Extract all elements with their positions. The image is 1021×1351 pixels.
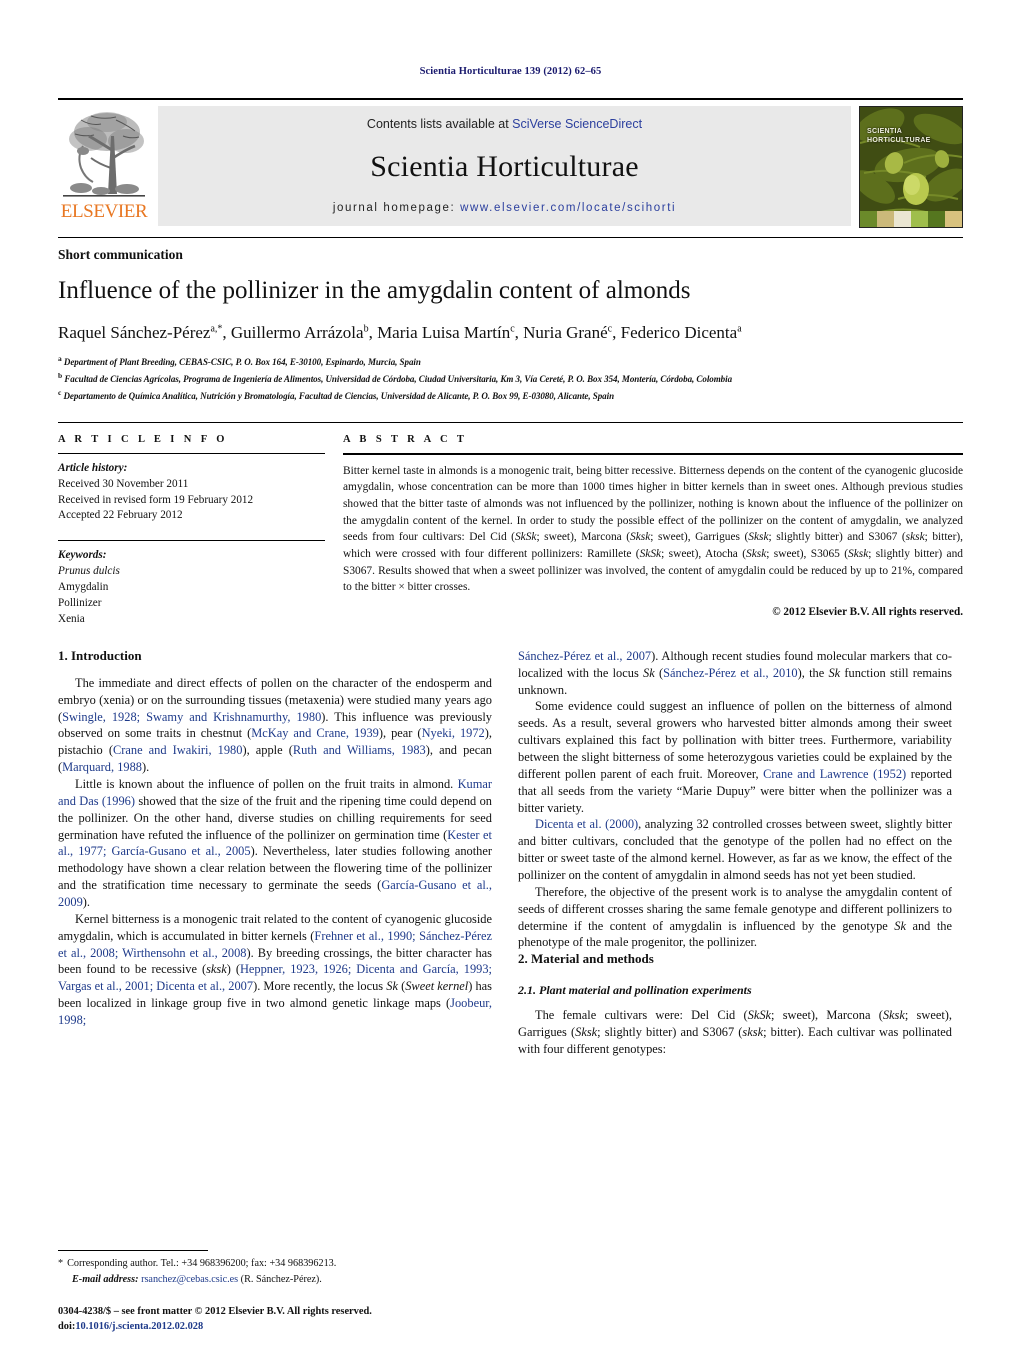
author-list: Raquel Sánchez-Péreza,*, Guillermo Arráz… [58, 322, 742, 342]
section-heading: 1. Introduction [58, 647, 142, 663]
body-paragraph: Sánchez-Pérez et al., 2007). Although re… [518, 648, 953, 697]
doi-link[interactable]: 10.1016/j.scienta.2012.02.028 [75, 1321, 203, 1332]
journal-title: Scientia Horticulturae [370, 149, 639, 183]
abstract-divider [343, 452, 963, 455]
strip-swatch [860, 211, 877, 227]
body-paragraph: The female cultivars were: Del Cid (SkSk… [518, 1008, 952, 1057]
sciencedirect-link[interactable]: SciVerse ScienceDirect [512, 117, 642, 131]
affiliation-c: c Departamento de Química Analítica, Nut… [58, 387, 963, 404]
affiliation-marker: a [58, 353, 62, 363]
footnote-corresponding-line: * Corresponding author. Tel.: +34 9683962… [58, 1256, 492, 1271]
history-accepted: Accepted 22 February 2012 [58, 509, 183, 522]
article-body: 1. Introduction The immediate and direct … [58, 648, 963, 1058]
body-paragraph: Little is known about the influence of p… [58, 777, 492, 910]
abstract-text: Bitter kernel taste in almonds is a mono… [343, 464, 963, 594]
body-paragraph: Dicenta et al. (2000), analyzing 32 cont… [518, 817, 952, 883]
cover-bottom-strip [860, 211, 962, 227]
contents-available-line: Contents lists available at SciVerse Sci… [367, 117, 642, 131]
cover-artwork [860, 107, 962, 227]
footnote-body: * Corresponding author. Tel.: +34 9683962… [58, 1256, 492, 1287]
body-paragraph: The immediate and direct effects of poll… [58, 675, 492, 775]
abstract-column: A B S T R A C T Bitter kernel taste in a… [343, 434, 963, 628]
footnote-marker: * [58, 1258, 64, 1270]
article-info-column: A R T I C L E I N F O Article history: R… [58, 434, 343, 628]
history-revised: Received in revised form 19 February 201… [58, 493, 254, 506]
cover-title-line2: HORTICULTURAE [867, 137, 931, 145]
affiliation-text: Departamento de Química Analítica, Nutri… [63, 390, 615, 401]
journal-homepage-link[interactable]: www.elsevier.com/locate/scihorti [460, 202, 676, 214]
info-abstract-section: A R T I C L E I N F O Article history: R… [58, 421, 963, 628]
keyword-item: Prunus dulcis [58, 565, 120, 578]
corresponding-author-footnote: * Corresponding author. Tel.: +34 9683962… [58, 1250, 492, 1287]
doi-prefix: doi: [58, 1321, 76, 1333]
strip-swatch [945, 211, 962, 227]
subsection-heading: 2.1. Plant material and pollination expe… [518, 983, 752, 998]
footnote-rule [58, 1250, 208, 1252]
email-label: E-mail address: [72, 1273, 139, 1285]
affiliation-text: Department of Plant Breeding, CEBAS-CSIC… [63, 356, 421, 367]
affiliation-marker: c [58, 387, 62, 397]
affiliation-marker: b [58, 370, 63, 380]
strip-swatch [894, 211, 911, 227]
body-right-column: Sánchez-Pérez et al., 2007). Although re… [518, 648, 952, 1058]
elsevier-logo: ELSEVIER [58, 106, 150, 221]
journal-masthead: ELSEVIER Contents lists available at Sci… [58, 98, 963, 228]
homepage-prefix: journal homepage: [332, 202, 461, 214]
elsevier-wordmark: ELSEVIER [60, 201, 148, 222]
document-type: Short communication [58, 247, 183, 262]
cover-title-line1: SCIENTIA [867, 128, 903, 135]
section-heading: 2. Material and methods [518, 951, 654, 967]
keyword-item: Xenia [58, 612, 85, 625]
running-head: Scientia Horticulturae 139 (2012) 62–65 [419, 66, 602, 77]
affiliation-list: a Department of Plant Breeding, CEBAS-CS… [58, 353, 963, 404]
article-history: Article history: Received 30 November 20… [58, 461, 325, 525]
keywords-block: Keywords: Prunus dulcis Amygdalin Pollin… [58, 548, 325, 628]
masthead-banner: Contents lists available at SciVerse Sci… [158, 106, 851, 226]
affiliation-text: Facultad de Ciencias Agrícolas, Programa… [64, 373, 733, 384]
email-owner: (R. Sánchez-Pérez). [240, 1273, 322, 1285]
keyword-item: Amygdalin [58, 581, 109, 594]
imprint-block: 0304-4238/$ – see front matter © 2012 El… [58, 1304, 528, 1335]
history-received: Received 30 November 2011 [58, 477, 189, 490]
body-left-column: 1. Introduction The immediate and direct … [58, 648, 492, 1058]
issn-line: 0304-4238/$ – see front matter © 2012 El… [58, 1305, 372, 1317]
article-page: Scientia Horticulturae 139 (2012) 62–65 [0, 0, 1021, 1351]
keywords-label: Keywords: [58, 549, 107, 562]
strip-swatch [928, 211, 945, 227]
email-link[interactable]: rsanchez@cebas.csic.es [141, 1274, 238, 1285]
contents-prefix: Contents lists available at [366, 117, 513, 131]
body-paragraph: Some evidence could suggest an influence… [518, 699, 952, 815]
abstract-heading: A B S T R A C T [343, 433, 468, 445]
affiliation-b: b Facultad de Ciencias Agrícolas, Progra… [58, 370, 963, 387]
keyword-item: Pollinizer [58, 597, 102, 610]
doi-line: doi:10.1016/j.scienta.2012.02.028 [58, 1319, 528, 1335]
article-info-heading: A R T I C L E I N F O [58, 433, 228, 445]
body-paragraph: Therefore, the objective of the present … [518, 884, 952, 950]
strip-swatch [911, 211, 928, 227]
copyright-line: © 2012 Elsevier B.V. All rights reserved… [772, 605, 963, 618]
journal-homepage-line: journal homepage: www.elsevier.com/locat… [333, 202, 676, 214]
elsevier-tree-icon [61, 106, 147, 201]
page-title: Influence of the pollinizer in the amygd… [58, 277, 691, 304]
article-info-divider [58, 452, 325, 454]
affiliation-a: a Department of Plant Breeding, CEBAS-CS… [58, 353, 963, 370]
journal-cover-thumbnail: SCIENTIA HORTICULTURAE [859, 106, 963, 228]
footnote-email-line: E-mail address: rsanchez@cebas.csic.es (… [58, 1272, 492, 1287]
body-paragraph: Kernel bitterness is a monogenic trait r… [58, 911, 493, 1028]
cover-title: SCIENTIA HORTICULTURAE [867, 127, 931, 146]
footnote-corresponding-text: Corresponding author. Tel.: +34 96839620… [67, 1258, 337, 1270]
strip-swatch [877, 211, 894, 227]
article-history-label: Article history: [58, 461, 128, 474]
masthead-divider [58, 237, 963, 238]
keywords-divider [58, 540, 325, 542]
